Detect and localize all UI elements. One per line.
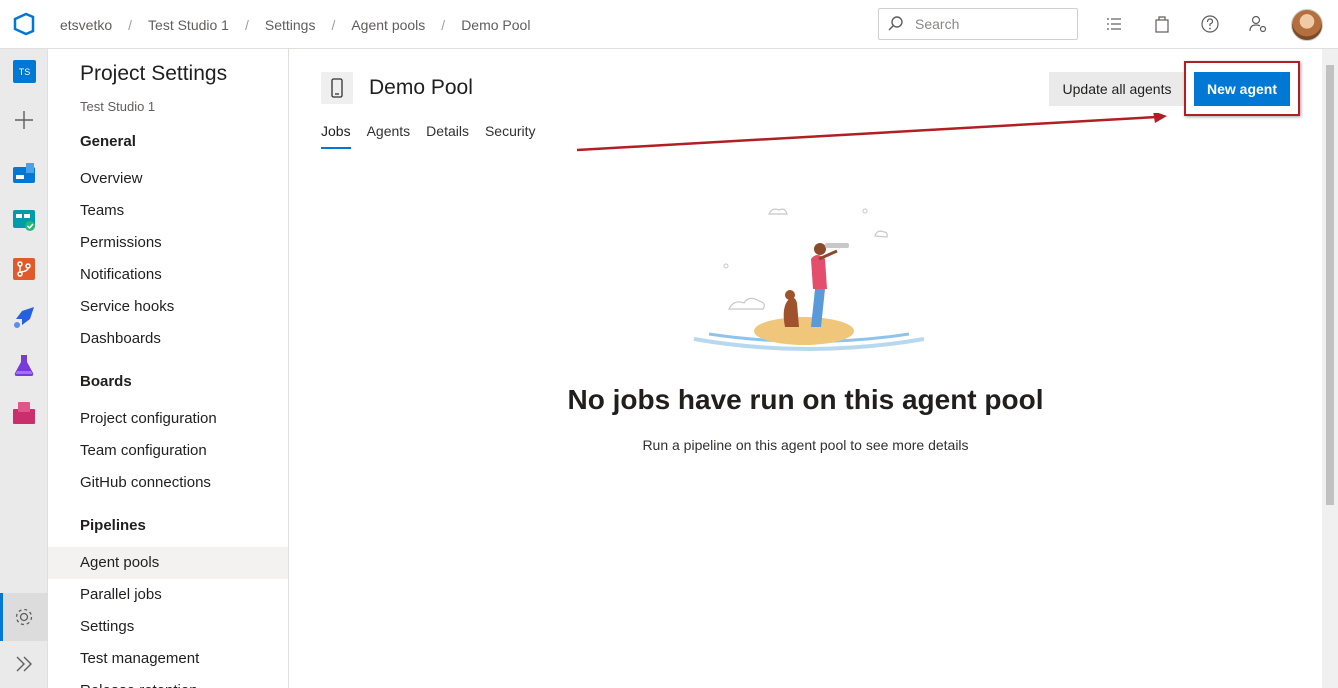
empty-state-subtitle: Run a pipeline on this agent pool to see… — [642, 437, 969, 453]
breadcrumb-org[interactable]: etsvetko — [60, 17, 112, 33]
nav-item-overview[interactable]: Overview — [48, 163, 288, 195]
marketplace-bag-icon[interactable] — [1152, 14, 1172, 34]
nav-group-boards: Boards — [80, 373, 132, 390]
nav-item-test-management[interactable]: Test management — [48, 643, 288, 675]
nav-item-dashboards[interactable]: Dashboards — [48, 323, 288, 355]
user-avatar[interactable] — [1291, 9, 1323, 41]
pipelines-icon[interactable] — [12, 305, 36, 329]
panel-title: Project Settings — [80, 62, 228, 85]
empty-state-title: No jobs have run on this agent pool — [567, 384, 1044, 415]
settings-panel: Project Settings Test Studio 1 General O… — [48, 49, 289, 688]
tab-agents[interactable]: Agents — [367, 123, 411, 149]
main-content: Demo Pool Update all agents New agent Jo… — [289, 49, 1322, 688]
expand-chevrons-icon[interactable] — [12, 652, 36, 676]
breadcrumb-separator: / — [244, 16, 249, 33]
overview-icon[interactable] — [12, 161, 36, 185]
breadcrumb-agent-pools[interactable]: Agent pools — [351, 17, 425, 33]
project-settings-rail-item[interactable] — [0, 593, 48, 641]
nav-group-pipelines: Pipelines — [80, 517, 146, 534]
nav-item-team-configuration[interactable]: Team configuration — [48, 435, 288, 467]
breadcrumb-demo-pool[interactable]: Demo Pool — [461, 17, 530, 33]
tab-security[interactable]: Security — [485, 123, 536, 149]
page-title: Demo Pool — [369, 76, 473, 99]
nav-item-permissions[interactable]: Permissions — [48, 227, 288, 259]
search-placeholder: Search — [915, 16, 960, 32]
nav-item-notifications[interactable]: Notifications — [48, 259, 288, 291]
breadcrumb: etsvetko / Test Studio 1 / Settings / Ag… — [60, 0, 530, 49]
agent-pool-icon — [321, 72, 353, 104]
search-box[interactable]: Search — [878, 8, 1078, 40]
azure-devops-logo-icon[interactable] — [12, 12, 36, 36]
new-agent-button[interactable]: New agent — [1194, 72, 1290, 106]
panel-subtitle: Test Studio 1 — [80, 99, 156, 114]
breadcrumb-settings[interactable]: Settings — [265, 17, 316, 33]
nav-item-settings[interactable]: Settings — [48, 611, 288, 643]
breadcrumb-project[interactable]: Test Studio 1 — [148, 17, 229, 33]
breadcrumb-separator: / — [441, 16, 446, 33]
search-icon — [888, 16, 903, 31]
nav-item-release-retention[interactable]: Release retention — [48, 675, 288, 688]
tab-bar: Jobs Agents Details Security — [321, 123, 552, 149]
gear-icon — [15, 608, 33, 626]
nav-item-project-configuration[interactable]: Project configuration — [48, 403, 288, 435]
nav-item-agent-pools[interactable]: Agent pools — [48, 547, 288, 579]
nav-item-github-connections[interactable]: GitHub connections — [48, 467, 288, 499]
breadcrumb-separator: / — [331, 16, 336, 33]
device-icon — [331, 78, 343, 98]
help-icon[interactable] — [1200, 14, 1220, 34]
top-bar: etsvetko / Test Studio 1 / Settings / Ag… — [0, 0, 1338, 49]
annotation-arrow — [577, 113, 1167, 152]
repos-icon[interactable] — [12, 257, 36, 281]
update-all-agents-button[interactable]: Update all agents — [1049, 72, 1185, 106]
nav-item-parallel-jobs[interactable]: Parallel jobs — [48, 579, 288, 611]
test-plans-icon[interactable] — [12, 353, 36, 377]
scrollbar-thumb[interactable] — [1326, 65, 1334, 505]
tab-details[interactable]: Details — [426, 123, 469, 149]
project-badge[interactable]: TS — [13, 60, 36, 83]
work-items-list-icon[interactable] — [1104, 14, 1124, 34]
tab-jobs[interactable]: Jobs — [321, 123, 351, 149]
artifacts-icon[interactable] — [12, 401, 36, 425]
add-icon[interactable] — [12, 108, 36, 132]
user-settings-icon[interactable] — [1248, 14, 1268, 34]
vertical-scrollbar[interactable] — [1322, 49, 1338, 688]
empty-state-illustration — [693, 208, 925, 351]
nav-item-service-hooks[interactable]: Service hooks — [48, 291, 288, 323]
nav-rail: TS — [0, 49, 48, 688]
boards-icon[interactable] — [12, 208, 36, 232]
nav-group-general: General — [80, 133, 136, 150]
nav-item-teams[interactable]: Teams — [48, 195, 288, 227]
breadcrumb-separator: / — [128, 16, 133, 33]
